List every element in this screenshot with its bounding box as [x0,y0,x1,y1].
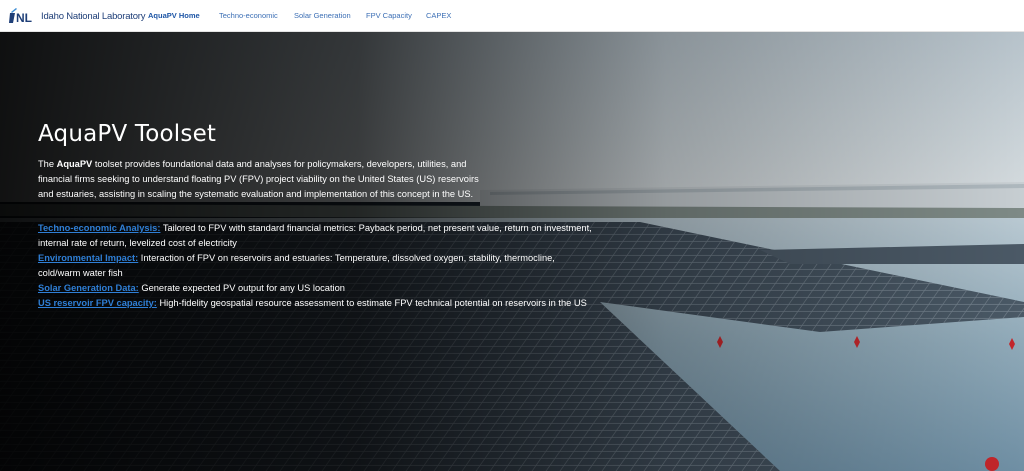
hero-section: AquaPV Toolset The AquaPV toolset provid… [0,32,1024,471]
nav-aquapv-home[interactable]: AquaPV Home [148,11,200,20]
top-navbar: NL Idaho National Laboratory AquaPV Home… [0,0,1024,32]
intro-paragraph: The AquaPV toolset provides foundational… [38,157,493,202]
techno-economic-analysis-link[interactable]: Techno-economic Analysis: [38,223,160,233]
page-title: AquaPV Toolset [38,121,217,147]
environmental-impact-link[interactable]: Environmental Impact: [38,253,138,263]
inl-logo-icon: NL [9,8,32,24]
feature-item-techno-economic: Techno-economic Analysis: Tailored to FP… [38,221,598,251]
logo-text: Idaho National Laboratory [41,10,146,22]
feature-description: Generate expected PV output for any US l… [138,283,345,293]
inl-logo[interactable]: NL Idaho National Laboratory [9,8,146,24]
nav-fpv-capacity[interactable]: FPV Capacity [366,11,412,20]
feature-item-solar-generation: Solar Generation Data: Generate expected… [38,281,598,296]
intro-text: toolset provides foundational data and a… [38,159,479,199]
feature-item-fpv-capacity: US reservoir FPV capacity: High-fidelity… [38,296,598,311]
feature-description: High-fidelity geospatial resource assess… [156,298,587,308]
feature-item-environmental-impact: Environmental Impact: Interaction of FPV… [38,251,598,281]
svg-text:NL: NL [16,11,32,24]
solar-generation-data-link[interactable]: Solar Generation Data: [38,283,139,293]
nav-techno-economic[interactable]: Techno-economic [219,11,278,20]
nav-capex[interactable]: CAPEX [426,11,451,20]
us-reservoir-fpv-capacity-link[interactable]: US reservoir FPV capacity: [38,298,157,308]
intro-bold-aquapv: AquaPV [56,159,93,169]
hero-content: AquaPV Toolset The AquaPV toolset provid… [38,120,638,311]
nav-solar-generation[interactable]: Solar Generation [294,11,351,20]
feature-list: Techno-economic Analysis: Tailored to FP… [38,221,638,311]
intro-prefix: The [38,159,57,169]
